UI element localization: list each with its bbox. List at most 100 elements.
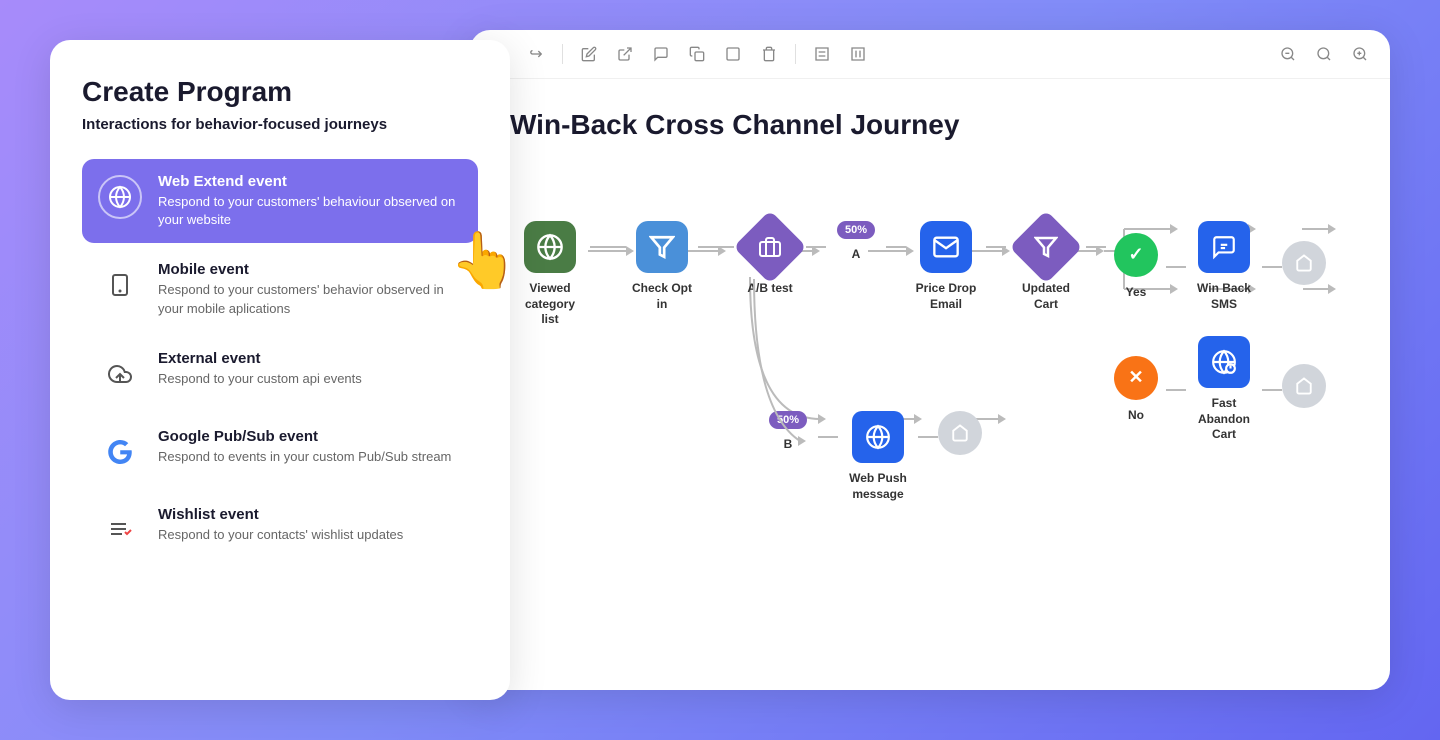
external-desc: Respond to your custom api events (158, 370, 362, 388)
connector-1 (590, 221, 626, 273)
fast-abandon-label: Fast Abandon Cart (1189, 396, 1259, 443)
web-abandon-icon (1198, 336, 1250, 388)
node-ab-test[interactable]: A/B test (734, 221, 806, 297)
toolbar-separator-2 (795, 44, 796, 64)
connector-6 (1086, 221, 1106, 273)
check-opt-label: Check Opt in (627, 281, 697, 312)
node-placeholder-yes[interactable] (1282, 241, 1326, 293)
edit-button[interactable] (575, 40, 603, 68)
connect-button[interactable] (611, 40, 639, 68)
placeholder-no-circle (1282, 364, 1326, 408)
zoom-in-button[interactable] (1346, 40, 1374, 68)
price-drop-label: Price Drop Email (911, 281, 981, 312)
yes-no-branches: ✓ Yes (1106, 221, 1326, 443)
b-branch-flow: 50% B (718, 411, 982, 502)
badge-50b: 50% (769, 411, 807, 429)
google-pubsub-title: Google Pub/Sub event (158, 428, 451, 445)
event-item-mobile[interactable]: Mobile event Respond to your customers' … (82, 247, 478, 331)
connector-4 (886, 221, 906, 273)
sms-icon (1198, 221, 1250, 273)
comment-button[interactable] (647, 40, 675, 68)
split-b-label: B (784, 437, 793, 453)
web-push-icon (852, 411, 904, 463)
connector-5 (986, 221, 1006, 273)
node-split-b: 50% B (758, 411, 818, 453)
node-check-opt[interactable]: Check Opt in (626, 221, 698, 312)
mobile-content: Mobile event Respond to your customers' … (158, 261, 462, 317)
web-extend-title: Web Extend event (158, 173, 462, 190)
redo-button[interactable]: ↪ (522, 40, 550, 68)
node-price-drop[interactable]: Price Drop Email (906, 221, 986, 312)
connector-2 (698, 221, 734, 273)
no-label: No (1128, 408, 1144, 424)
node-win-back-sms[interactable]: Win Back SMS (1186, 221, 1262, 312)
node-web-push[interactable]: Web Push message (838, 411, 918, 502)
event-item-google-pubsub[interactable]: Google Pub/Sub event Respond to events i… (82, 414, 478, 488)
wishlist-title: Wishlist event (158, 506, 403, 523)
node-no[interactable]: ✕ No (1106, 356, 1166, 424)
panel-subtitle: Interactions for behavior-focused journe… (82, 114, 478, 135)
node-yes[interactable]: ✓ Yes (1106, 233, 1166, 301)
zoom-controls (1274, 40, 1374, 68)
email-icon (920, 221, 972, 273)
panel-title: Create Program (82, 76, 478, 108)
web-push-label: Web Push message (843, 471, 913, 502)
filter-icon-check-opt (636, 221, 688, 273)
duplicate-button[interactable] (683, 40, 711, 68)
mobile-icon (98, 263, 142, 307)
google-pubsub-content: Google Pub/Sub event Respond to events i… (158, 428, 451, 466)
journey-canvas[interactable]: Win-Back Cross Channel Journey (470, 79, 1390, 689)
flow-diagram: Viewed category list Check Opt in (510, 191, 1350, 541)
placeholder-yes-circle (1282, 241, 1326, 285)
globe-icon (98, 175, 142, 219)
connector-no (1166, 368, 1186, 412)
journey-title: Win-Back Cross Channel Journey (510, 109, 1350, 141)
main-flow-row: Viewed category list Check Opt in (510, 221, 1326, 443)
mobile-desc: Respond to your customers' behavior obse… (158, 281, 462, 317)
toolbar: ↩ ↪ (470, 30, 1390, 79)
toolbar-separator-1 (562, 44, 563, 64)
diamond-ab-icon (733, 210, 807, 284)
main-container: Create Program Interactions for behavior… (50, 30, 1390, 710)
viewed-category-label: Viewed category list (515, 281, 585, 328)
node-updated-cart[interactable]: Updated Cart (1006, 221, 1086, 312)
zoom-out-button[interactable] (1274, 40, 1302, 68)
event-item-external[interactable]: External event Respond to your custom ap… (82, 336, 478, 410)
yes-branch-row: ✓ Yes (1106, 221, 1326, 312)
resize-button[interactable] (719, 40, 747, 68)
connector-abandon-placeholder (1262, 368, 1282, 412)
node-placeholder-no[interactable] (1282, 364, 1326, 416)
web-extend-content: Web Extend event Respond to your custome… (158, 173, 462, 229)
connector-b1 (818, 411, 838, 463)
wishlist-icon (98, 508, 142, 552)
win-back-sms-label: Win Back SMS (1189, 281, 1259, 312)
globe-node-icon (524, 221, 576, 273)
event-item-web-extend[interactable]: Web Extend event Respond to your custome… (82, 159, 478, 243)
node-split-a: 50% A (826, 221, 886, 263)
delete-button[interactable] (755, 40, 783, 68)
google-icon (98, 430, 142, 474)
external-title: External event (158, 350, 362, 367)
fit-vertical-button[interactable] (844, 40, 872, 68)
split-a-label: A (852, 247, 861, 263)
node-placeholder-b[interactable] (938, 411, 982, 463)
event-item-wishlist[interactable]: Wishlist event Respond to your contacts'… (82, 492, 478, 566)
zoom-reset-button[interactable] (1310, 40, 1338, 68)
connector-sms-placeholder (1262, 245, 1282, 289)
web-extend-desc: Respond to your customers' behaviour obs… (158, 193, 462, 229)
yes-circle-icon: ✓ (1114, 233, 1158, 277)
yes-label: Yes (1126, 285, 1147, 301)
updated-cart-label: Updated Cart (1011, 281, 1081, 312)
placeholder-b-circle (938, 411, 982, 455)
wishlist-desc: Respond to your contacts' wishlist updat… (158, 526, 403, 544)
mobile-title: Mobile event (158, 261, 462, 278)
wishlist-content: Wishlist event Respond to your contacts'… (158, 506, 403, 544)
node-fast-abandon[interactable]: Fast Abandon Cart (1186, 336, 1262, 443)
right-panel: ↩ ↪ (470, 30, 1390, 690)
fit-horizontal-button[interactable] (808, 40, 836, 68)
node-viewed-category[interactable]: Viewed category list (510, 221, 590, 328)
external-content: External event Respond to your custom ap… (158, 350, 362, 388)
no-circle-icon: ✕ (1114, 356, 1158, 400)
connector-yes (1166, 245, 1186, 289)
badge-50a: 50% (837, 221, 875, 239)
